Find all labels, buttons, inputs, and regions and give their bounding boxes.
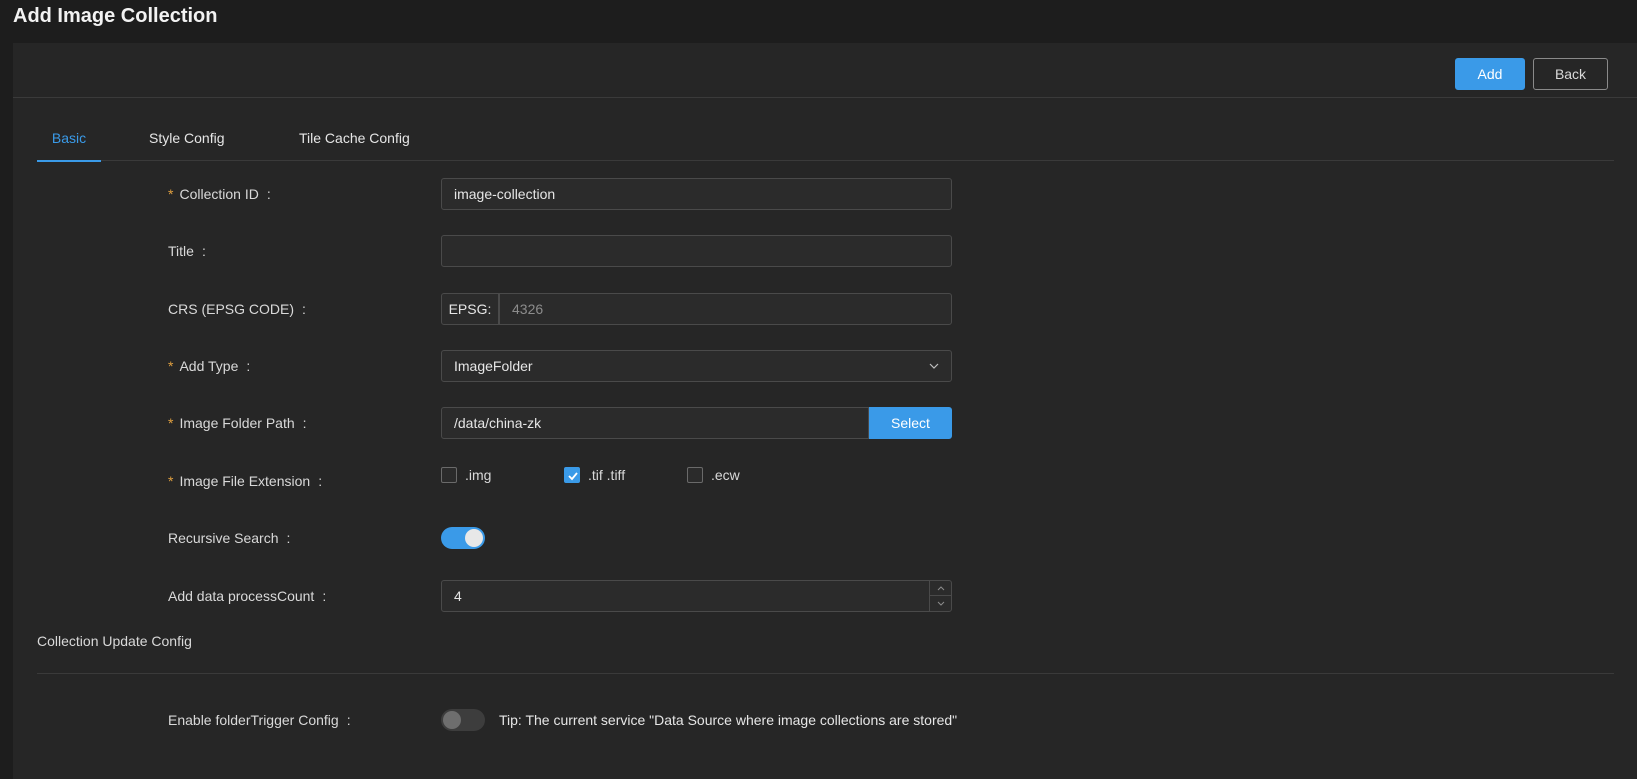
file-extension-label: * Image File Extension: xyxy=(168,473,323,489)
checkbox-box-checked xyxy=(564,467,580,483)
title-row: Title: xyxy=(13,235,1637,267)
collection-id-row: * Collection ID: image-collection xyxy=(13,178,1637,210)
chevron-down-icon xyxy=(937,601,944,606)
process-count-row: Add data processCount: 4 xyxy=(13,580,1637,612)
crs-label: CRS (EPSG CODE): xyxy=(168,301,306,317)
required-marker: * xyxy=(168,186,174,202)
checkbox-box xyxy=(441,467,457,483)
required-marker: * xyxy=(168,358,174,374)
stepper-up-button[interactable] xyxy=(930,581,951,596)
title-label: Title: xyxy=(168,243,206,259)
folder-trigger-tip: Tip: The current service "Data Source wh… xyxy=(499,712,958,728)
checkbox-img[interactable]: .img xyxy=(441,467,491,483)
tab-bar: Basic Style Config Tile Cache Config xyxy=(37,115,1614,162)
folder-trigger-toggle[interactable] xyxy=(441,709,485,731)
process-count-input[interactable]: 4 xyxy=(441,580,952,612)
crs-input[interactable]: 4326 xyxy=(499,293,952,325)
tab-basic[interactable]: Basic xyxy=(37,115,101,162)
select-folder-button[interactable]: Select xyxy=(869,407,952,439)
process-count-value: 4 xyxy=(454,588,462,604)
toolbar: Add Back xyxy=(13,43,1637,98)
add-type-select[interactable]: ImageFolder xyxy=(441,350,952,382)
folder-path-input[interactable]: /data/china-zk xyxy=(441,407,869,439)
stepper-down-button[interactable] xyxy=(930,596,951,611)
collection-id-input[interactable]: image-collection xyxy=(441,178,952,210)
add-button[interactable]: Add xyxy=(1455,58,1525,90)
add-type-label: * Add Type: xyxy=(168,358,251,374)
crs-row: CRS (EPSG CODE): EPSG: 4326 xyxy=(13,293,1637,325)
required-marker: * xyxy=(168,415,174,431)
checkbox-box xyxy=(687,467,703,483)
epsg-addon: EPSG: xyxy=(441,293,499,325)
recursive-search-row: Recursive Search: xyxy=(13,522,1637,554)
form-panel: Add Back Basic Style Config Tile Cache C… xyxy=(13,43,1637,779)
file-extension-row: * Image File Extension: .img .tif .tiff .… xyxy=(13,465,1637,497)
section-divider xyxy=(37,673,1614,674)
chevron-down-icon xyxy=(929,363,939,369)
check-icon xyxy=(568,472,578,481)
chevron-up-icon xyxy=(937,586,944,591)
add-type-value: ImageFolder xyxy=(454,358,533,374)
folder-trigger-row: Enable folderTrigger Config: Tip: The cu… xyxy=(13,704,1637,736)
checkbox-tif[interactable]: .tif .tiff xyxy=(564,467,625,483)
title-input[interactable] xyxy=(441,235,952,267)
back-button[interactable]: Back xyxy=(1533,58,1608,90)
checkbox-ecw[interactable]: .ecw xyxy=(687,467,740,483)
toggle-knob xyxy=(465,529,483,547)
collection-id-label: * Collection ID: xyxy=(168,186,271,202)
tab-style-config[interactable]: Style Config xyxy=(149,115,224,161)
recursive-search-toggle[interactable] xyxy=(441,527,485,549)
folder-path-label: * Image Folder Path: xyxy=(168,415,307,431)
add-type-row: * Add Type: ImageFolder xyxy=(13,350,1637,382)
folder-path-row: * Image Folder Path: /data/china-zk Selec… xyxy=(13,407,1637,439)
tab-tile-cache-config[interactable]: Tile Cache Config xyxy=(299,115,410,161)
page-title: Add Image Collection xyxy=(13,5,218,27)
quantity-stepper xyxy=(929,581,951,611)
process-count-label: Add data processCount: xyxy=(168,588,327,604)
recursive-search-label: Recursive Search: xyxy=(168,530,291,546)
required-marker: * xyxy=(168,473,174,489)
section-title-update-config: Collection Update Config xyxy=(37,633,192,649)
folder-trigger-label: Enable folderTrigger Config: xyxy=(168,712,351,728)
toggle-knob xyxy=(443,711,461,729)
